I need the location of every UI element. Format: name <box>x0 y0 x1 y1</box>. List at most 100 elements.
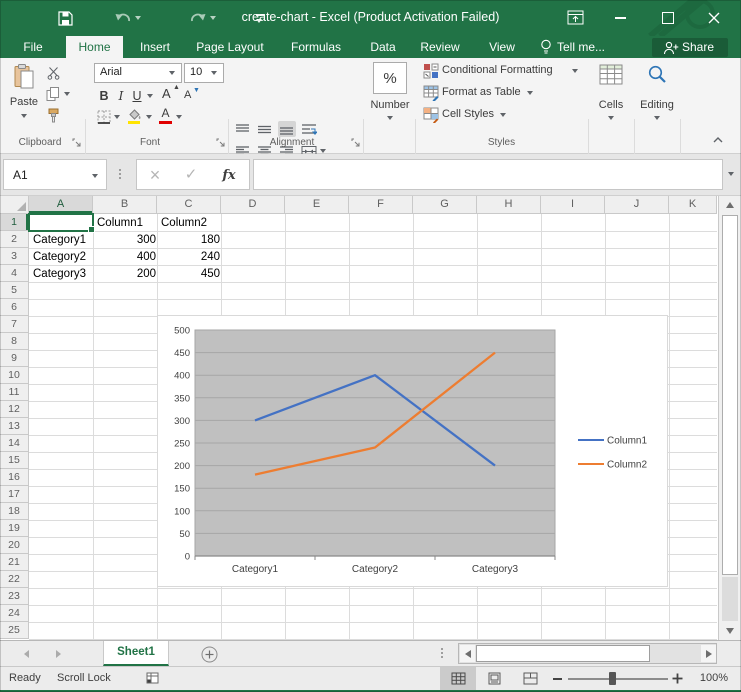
zoom-level[interactable]: 100% <box>688 672 728 684</box>
vertical-scrollbar[interactable] <box>718 196 741 640</box>
column-header-G[interactable]: G <box>413 196 477 214</box>
zoom-slider-handle[interactable] <box>609 672 616 685</box>
tab-insert[interactable]: Insert <box>130 36 180 58</box>
editing-dropdown-arrow[interactable] <box>654 116 660 120</box>
cell-C3[interactable]: 240 <box>158 249 221 266</box>
cell-B1[interactable]: Column1 <box>94 215 157 232</box>
sheet-tab-active[interactable]: Sheet1 <box>103 641 169 666</box>
row-header-23[interactable]: 23 <box>0 588 29 605</box>
page-layout-view-button[interactable] <box>476 667 512 690</box>
tab-scroll-splitter[interactable] <box>441 648 443 650</box>
column-header-A[interactable]: A <box>29 196 93 214</box>
add-sheet-button[interactable] <box>200 645 218 663</box>
row-header-25[interactable]: 25 <box>0 622 29 639</box>
close-button[interactable] <box>703 8 725 28</box>
align-top-button[interactable] <box>234 121 252 137</box>
row-header-16[interactable]: 16 <box>0 469 29 486</box>
column-header-K[interactable]: K <box>669 196 717 214</box>
page-break-preview-button[interactable] <box>512 667 548 690</box>
merge-center-dropdown-arrow[interactable] <box>320 149 326 153</box>
cells-dropdown-arrow[interactable] <box>608 116 614 120</box>
previous-sheet-button[interactable] <box>18 646 34 662</box>
cell-B4[interactable]: 200 <box>94 266 157 283</box>
normal-view-button[interactable] <box>440 667 476 690</box>
row-header-2[interactable]: 2 <box>0 231 29 248</box>
wrap-text-button[interactable] <box>300 121 318 137</box>
row-header-17[interactable]: 17 <box>0 486 29 503</box>
row-header-19[interactable]: 19 <box>0 520 29 537</box>
tab-file[interactable]: File <box>10 36 56 58</box>
cell-A4[interactable]: Category3 <box>30 266 93 283</box>
ribbon-display-options-button[interactable] <box>565 9 585 26</box>
number-format-button[interactable]: % Number <box>358 61 422 127</box>
row-header-13[interactable]: 13 <box>0 418 29 435</box>
column-header-H[interactable]: H <box>477 196 541 214</box>
formula-bar-expand-arrow[interactable] <box>728 172 734 176</box>
tab-page-layout[interactable]: Page Layout <box>188 36 272 58</box>
zoom-slider-track[interactable] <box>568 678 668 680</box>
zoom-in-button[interactable] <box>670 671 684 685</box>
scroll-right-button[interactable] <box>701 645 716 662</box>
scroll-down-button[interactable] <box>721 624 739 638</box>
align-middle-button[interactable] <box>256 121 274 137</box>
row-header-12[interactable]: 12 <box>0 401 29 418</box>
tab-view[interactable]: View <box>474 36 530 58</box>
editing-button[interactable]: Editing <box>636 61 678 127</box>
insert-function-button[interactable]: fx <box>217 162 241 188</box>
tab-data[interactable]: Data <box>352 36 414 58</box>
row-header-10[interactable]: 10 <box>0 367 29 384</box>
row-header-4[interactable]: 4 <box>0 265 29 282</box>
maximize-button[interactable] <box>658 8 678 28</box>
cell-styles-button[interactable]: Cell Styles <box>420 106 515 125</box>
vertical-scroll-thumb[interactable] <box>722 215 738 575</box>
row-header-18[interactable]: 18 <box>0 503 29 520</box>
horizontal-scrollbar[interactable] <box>458 643 717 664</box>
row-header-24[interactable]: 24 <box>0 605 29 622</box>
cell-A2[interactable]: Category1 <box>30 232 93 249</box>
format-as-table-button[interactable]: Format as Table <box>420 84 540 103</box>
row-header-7[interactable]: 7 <box>0 316 29 333</box>
row-header-11[interactable]: 11 <box>0 384 29 401</box>
cells-button[interactable]: Cells <box>591 61 631 127</box>
formula-bar-splitter[interactable] <box>119 169 121 171</box>
column-header-B[interactable]: B <box>93 196 157 214</box>
column-header-D[interactable]: D <box>221 196 285 214</box>
number-dropdown-arrow[interactable] <box>387 116 393 120</box>
enter-button[interactable]: ✓ <box>181 162 201 188</box>
name-box-dropdown-arrow[interactable] <box>92 174 98 178</box>
minimize-button[interactable] <box>610 8 630 28</box>
macro-record-button[interactable] <box>146 672 159 684</box>
row-header-14[interactable]: 14 <box>0 435 29 452</box>
row-header-20[interactable]: 20 <box>0 537 29 554</box>
cell-C2[interactable]: 180 <box>158 232 221 249</box>
row-header-1[interactable]: 1 <box>0 214 29 231</box>
select-all-corner[interactable] <box>0 196 29 214</box>
column-header-E[interactable]: E <box>285 196 349 214</box>
horizontal-scroll-thumb[interactable] <box>476 645 650 662</box>
cell-C1[interactable]: Column2 <box>158 215 221 232</box>
scroll-up-button[interactable] <box>721 198 739 212</box>
cell-C4[interactable]: 450 <box>158 266 221 283</box>
row-header-6[interactable]: 6 <box>0 299 29 316</box>
scroll-left-button[interactable] <box>460 645 475 662</box>
tab-formulas[interactable]: Formulas <box>280 36 352 58</box>
row-header-22[interactable]: 22 <box>0 571 29 588</box>
cell-B3[interactable]: 400 <box>94 249 157 266</box>
formula-input[interactable] <box>253 159 723 190</box>
row-header-9[interactable]: 9 <box>0 350 29 367</box>
column-header-C[interactable]: C <box>157 196 221 214</box>
row-header-8[interactable]: 8 <box>0 333 29 350</box>
fill-handle[interactable] <box>88 226 95 233</box>
alignment-dialog-launcher[interactable] <box>351 138 360 147</box>
next-sheet-button[interactable] <box>50 646 66 662</box>
tab-home[interactable]: Home <box>66 36 123 58</box>
conditional-formatting-button[interactable]: Conditional Formatting <box>420 62 585 81</box>
name-box[interactable]: A1 <box>3 159 107 190</box>
row-header-5[interactable]: 5 <box>0 282 29 299</box>
row-header-3[interactable]: 3 <box>0 248 29 265</box>
tab-review[interactable]: Review <box>414 36 466 58</box>
column-header-F[interactable]: F <box>349 196 413 214</box>
collapse-ribbon-button[interactable] <box>710 134 726 146</box>
tell-me-box[interactable]: Tell me... <box>557 36 627 58</box>
column-header-J[interactable]: J <box>605 196 669 214</box>
